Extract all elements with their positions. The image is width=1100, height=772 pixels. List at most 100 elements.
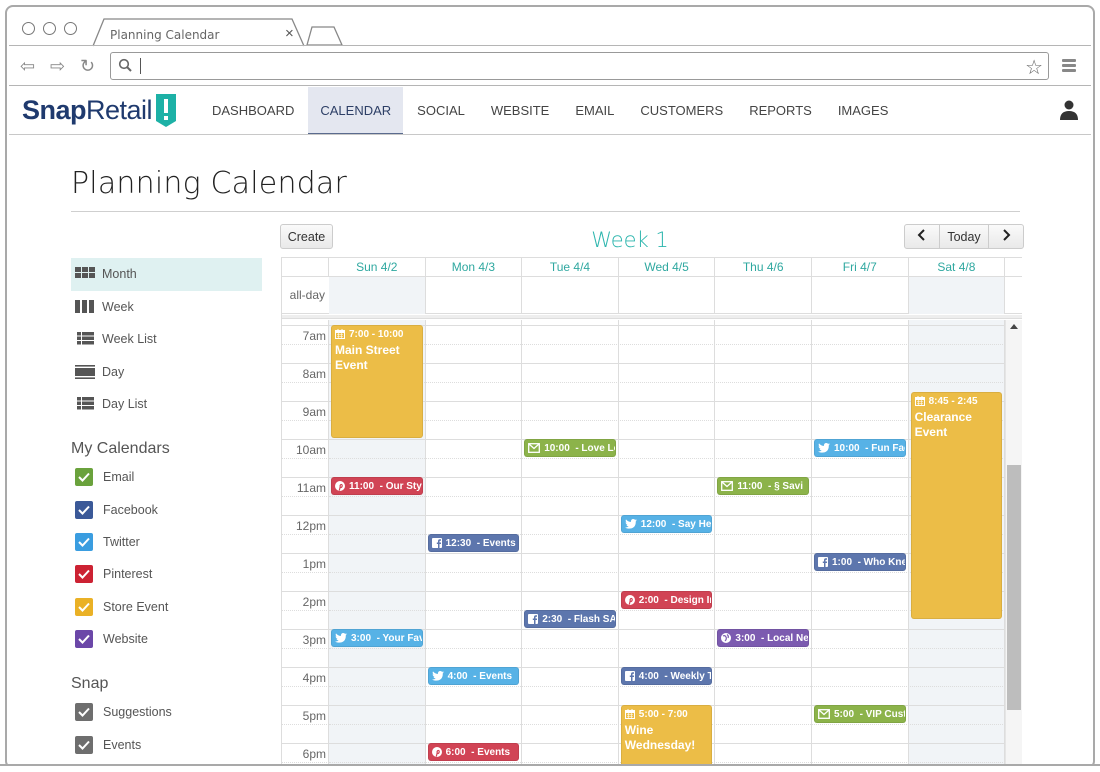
nav-item-images[interactable]: IMAGES	[826, 87, 901, 135]
browser-tab[interactable]: Planning Calendar ×	[92, 18, 306, 47]
checkbox[interactable]	[75, 468, 93, 487]
day-header[interactable]: Thu 4/6	[715, 258, 812, 277]
event-type-icon	[528, 443, 541, 456]
all-day-cell[interactable]	[329, 277, 426, 314]
nav-item-customers[interactable]: CUSTOMERS	[628, 87, 735, 135]
event-store[interactable]: 5:00 - 7:00 Wine Wednesday!	[620, 705, 713, 767]
header-divider	[9, 134, 1091, 135]
calendar-toggle-pinterest[interactable]: Pinterest	[71, 558, 168, 590]
pinterest-icon	[431, 747, 442, 757]
day-column[interactable]	[715, 320, 812, 767]
event-facebook[interactable]: 2:30 - Flash SA	[524, 610, 616, 628]
all-day-cell[interactable]	[812, 277, 909, 314]
reload-icon[interactable]: ↻	[80, 56, 95, 77]
new-tab-button[interactable]	[306, 26, 346, 46]
event-email[interactable]: 11:00 - § Savi	[717, 477, 809, 495]
event-type-icon	[335, 633, 347, 646]
calendar-label: Store Event	[103, 599, 169, 614]
view-day-list[interactable]: Day List	[71, 388, 262, 421]
calendar-toggle-facebook[interactable]: Facebook	[71, 493, 168, 525]
minimize-window-button[interactable]	[43, 22, 56, 35]
checkbox[interactable]	[75, 703, 93, 722]
checkbox[interactable]	[75, 532, 93, 551]
calendar-toggle-suggestions[interactable]: Suggestions	[71, 696, 172, 728]
event-type-icon	[335, 329, 345, 343]
event-pinterest[interactable]: 11:00 - Our Styl	[331, 477, 423, 495]
calendar-toggle-email[interactable]: Email	[71, 461, 168, 493]
user-icon[interactable]	[1060, 100, 1078, 120]
checkbox[interactable]	[75, 597, 93, 616]
tab-close-icon[interactable]: ×	[285, 25, 294, 42]
scrollbar-thumb[interactable]	[1007, 465, 1021, 711]
back-arrow-icon[interactable]: ⇦	[20, 56, 35, 77]
event-store[interactable]: 7:00 - 10:00 Main Street Event	[331, 325, 423, 438]
day-header[interactable]: Fri 4/7	[812, 258, 909, 277]
day-header[interactable]: Tue 4/4	[522, 258, 619, 277]
address-bar[interactable]: ☆	[110, 52, 1049, 80]
view-week[interactable]: Week	[71, 291, 262, 324]
nav-item-social[interactable]: SOCIAL	[405, 87, 477, 135]
event-pinterest[interactable]: 2:00 - Design In	[620, 591, 713, 609]
create-button[interactable]: Create	[280, 224, 333, 249]
checkbox[interactable]	[75, 565, 93, 584]
checkbox[interactable]	[75, 630, 93, 649]
scrollbar[interactable]	[1005, 320, 1022, 767]
half-hour-line	[329, 458, 1005, 459]
time-label: 8am	[302, 367, 326, 381]
day-header[interactable]: Mon 4/3	[426, 258, 523, 277]
day-header[interactable]: Sat 4/8	[909, 258, 1006, 277]
event-facebook[interactable]: 12:30 - Events	[427, 534, 520, 552]
event-pinterest[interactable]: 6:00 - Events	[427, 743, 520, 761]
calendar-toggle-website[interactable]: Website	[71, 623, 168, 655]
event-twitter[interactable]: 12:00 - Say Hey	[620, 515, 713, 533]
calendar-label: Twitter	[103, 534, 140, 549]
view-day[interactable]: Day	[71, 356, 262, 389]
next-week-button[interactable]	[989, 225, 1023, 248]
event-email[interactable]: 10:00 - Love Lo	[524, 439, 616, 457]
forward-arrow-icon[interactable]: ⇨	[50, 56, 65, 77]
twitter-icon	[818, 443, 830, 453]
all-day-cell[interactable]	[715, 277, 812, 314]
day-column[interactable]	[812, 320, 909, 767]
view-month[interactable]: Month	[71, 258, 262, 291]
event-store[interactable]: 8:45 - 2:45 Clearance Event	[910, 391, 1003, 619]
all-day-cell[interactable]	[908, 277, 1006, 314]
calendar-toggle-store-event[interactable]: Store Event	[71, 591, 168, 623]
today-button[interactable]: Today	[940, 225, 988, 248]
star-icon[interactable]: ☆	[1025, 55, 1043, 80]
checkbox[interactable]	[75, 735, 93, 754]
maximize-window-button[interactable]	[64, 22, 77, 35]
calendar-toggle-twitter[interactable]: Twitter	[71, 526, 168, 558]
event-email[interactable]: 5:00 - VIP Cust	[814, 705, 906, 723]
event-time: 10:00	[544, 443, 570, 454]
all-day-cell[interactable]	[426, 277, 523, 314]
event-facebook[interactable]: 4:00 - Weekly T	[620, 667, 713, 685]
logo[interactable]: SnapRetail	[22, 95, 153, 126]
nav-item-email[interactable]: EMAIL	[563, 87, 626, 135]
event-facebook[interactable]: 1:00 - Who Kne	[814, 553, 906, 571]
scroll-up-arrow-icon[interactable]	[1010, 324, 1018, 329]
nav-item-website[interactable]: WEBSITE	[479, 87, 562, 135]
view-week-list[interactable]: Week List	[71, 323, 262, 356]
view-label: Day	[102, 364, 125, 379]
day-column[interactable]	[522, 320, 619, 767]
menu-icon[interactable]	[1062, 59, 1076, 74]
event-twitter[interactable]: 10:00 - Fun Fac	[814, 439, 906, 457]
checkbox[interactable]	[75, 500, 93, 519]
event-website[interactable]: 3:00 - Local Ne	[717, 629, 809, 647]
time-label: 9am	[302, 405, 326, 419]
prev-week-button[interactable]	[905, 225, 939, 248]
nav-item-reports[interactable]: REPORTS	[737, 87, 824, 135]
event-twitter[interactable]: 3:00 - Your Fav	[331, 629, 423, 647]
calendar-toggle-events[interactable]: Events	[71, 728, 172, 760]
day-header[interactable]: Wed 4/5	[619, 258, 716, 277]
all-day-cell[interactable]	[522, 277, 619, 314]
all-day-cell[interactable]	[619, 277, 716, 314]
nav-item-calendar[interactable]: CALENDAR	[308, 87, 404, 135]
day-column[interactable]	[619, 320, 716, 767]
day-header[interactable]: Sun 4/2	[329, 258, 426, 277]
nav-item-dashboard[interactable]: DASHBOARD	[200, 87, 306, 135]
event-twitter[interactable]: 4:00 - Events	[427, 667, 520, 685]
half-hour-line	[282, 458, 329, 459]
close-window-button[interactable]	[22, 22, 35, 35]
